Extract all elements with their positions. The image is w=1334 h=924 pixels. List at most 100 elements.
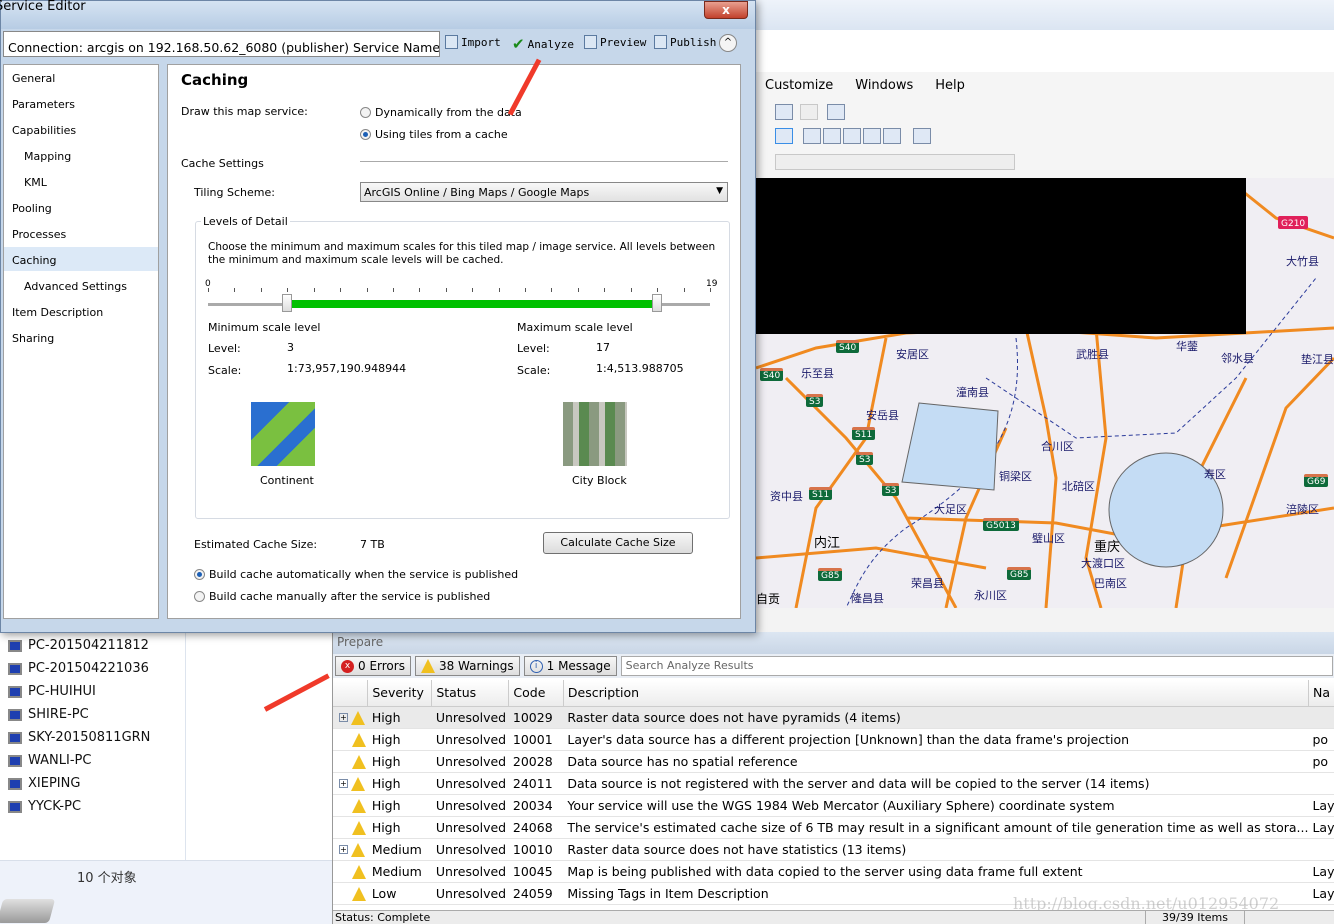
table-row[interactable]: + High Unresolved 10029 Raster data source d… <box>333 706 1334 729</box>
computer-item[interactable]: PC-HUIHUI <box>8 684 96 699</box>
messages-filter-button[interactable]: i1 Message <box>523 656 617 676</box>
nav-item-caching[interactable]: Caching <box>4 247 158 271</box>
computer-item[interactable]: XIEPING <box>8 776 80 791</box>
column-description[interactable]: Description <box>563 680 1309 707</box>
toolbox-icon[interactable] <box>863 128 881 144</box>
menu-help[interactable]: Help <box>935 78 965 93</box>
warnings-filter-button[interactable]: 38 Warnings <box>414 656 520 676</box>
warning-icon <box>352 732 366 747</box>
expand-icon[interactable]: + <box>339 779 348 789</box>
max-title: Maximum scale level <box>517 321 633 334</box>
computer-item[interactable]: PC-201504211812 <box>8 638 149 653</box>
title-bar[interactable]: Service Editor <box>0 0 755 29</box>
column-code[interactable]: Code <box>508 680 564 707</box>
map-label: 自贡 <box>756 592 781 606</box>
nav-item-sharing[interactable]: Sharing <box>4 325 158 349</box>
nav-item-pooling[interactable]: Pooling <box>4 195 158 219</box>
road-shield: S40 <box>760 368 784 381</box>
table-row[interactable]: Medium Unresolved 10045 Map is being publis… <box>333 860 1334 883</box>
max-slider-thumb[interactable] <box>652 294 663 312</box>
time-slider-icon[interactable] <box>800 104 818 120</box>
computer-item[interactable]: SKY-20150811GRN <box>8 730 150 745</box>
scale-level-slider[interactable] <box>208 288 711 314</box>
table-row[interactable]: + Medium Unresolved 10010 Raster data source… <box>333 838 1334 861</box>
cell-status: Unresolved <box>431 794 509 817</box>
calculate-cache-size-button[interactable]: Calculate Cache Size <box>543 532 693 554</box>
min-slider-thumb[interactable] <box>282 294 293 312</box>
cell-status: Unresolved <box>431 882 509 905</box>
nav-item-mapping[interactable]: Mapping <box>4 143 158 167</box>
row-icons <box>333 816 368 839</box>
tiling-scheme-value: ArcGIS Online / Bing Maps / Google Maps <box>364 186 590 199</box>
cell-name: po <box>1308 728 1334 751</box>
computer-icon <box>8 662 22 675</box>
cell-severity: Low <box>367 882 432 905</box>
build-auto-label: Build cache automatically when the servi… <box>209 568 519 581</box>
table-row[interactable]: + High Unresolved 24011 Data source is not r… <box>333 772 1334 795</box>
nav-item-advanced-settings[interactable]: Advanced Settings <box>4 273 158 297</box>
close-button[interactable]: x <box>704 1 748 19</box>
menu-windows[interactable]: Windows <box>855 78 913 93</box>
edit-tool-icon[interactable] <box>775 128 793 144</box>
column-severity[interactable]: Severity <box>367 680 433 707</box>
continent-thumbnail <box>251 402 315 466</box>
road-shield: G5013 <box>983 518 1019 531</box>
search-analyze-results-input[interactable]: Search Analyze Results <box>620 656 1333 676</box>
radio-dynamic[interactable] <box>360 107 371 118</box>
warning-icon <box>420 659 435 673</box>
menu-customize[interactable]: Customize <box>765 78 833 93</box>
analyze-button[interactable]: ✔ Analyze <box>512 35 574 53</box>
map-label: 大足区 <box>934 503 967 516</box>
computer-item[interactable]: PC-201504221036 <box>8 661 149 676</box>
python-icon[interactable] <box>883 128 901 144</box>
nav-item-capabilities[interactable]: Capabilities <box>4 117 158 141</box>
cell-status: Unresolved <box>431 816 509 839</box>
publish-button[interactable]: Publish <box>654 35 716 49</box>
nav-item-processes[interactable]: Processes <box>4 221 158 245</box>
slider-tick <box>525 288 527 292</box>
magnifier-icon[interactable] <box>827 104 845 120</box>
object-count: 10 个对象 <box>77 871 137 886</box>
table-row[interactable]: High Unresolved 20028 Data source has no sp… <box>333 750 1334 773</box>
analyze-label: Analyze <box>527 37 574 51</box>
radio-build-manual[interactable] <box>194 591 205 602</box>
lod-description: Choose the minimum and maximum scales fo… <box>208 241 716 266</box>
collapse-button[interactable]: ^ <box>719 34 737 52</box>
radio-tiles[interactable] <box>360 129 371 140</box>
model-builder-icon[interactable] <box>913 128 931 144</box>
table-icon[interactable] <box>803 128 821 144</box>
radio-build-auto[interactable] <box>194 569 205 580</box>
tiling-scheme-select[interactable]: ArcGIS Online / Bing Maps / Google Maps ▼ <box>360 182 728 202</box>
expand-icon[interactable]: + <box>339 845 348 855</box>
slider-tick <box>630 288 632 292</box>
preview-button[interactable]: Preview <box>584 35 646 49</box>
computer-item[interactable]: WANLI-PC <box>8 753 91 768</box>
slider-tick <box>234 288 236 292</box>
table-row[interactable]: High Unresolved 20034 Your service will use… <box>333 794 1334 817</box>
errors-filter-button[interactable]: x 0 Errors <box>335 656 411 676</box>
table-row[interactable]: High Unresolved 24068 The service's estimat… <box>333 816 1334 839</box>
expand-icon[interactable]: + <box>339 713 348 723</box>
catalog-icon[interactable] <box>823 128 841 144</box>
xy-icon[interactable] <box>775 104 793 120</box>
table-row[interactable]: High Unresolved 10001 Layer's data source h… <box>333 728 1334 751</box>
map-view[interactable]: 安居区 乐至县 武胜县 华蓥 邻水县 垫江县 潼南县 安岳县 合川区 铜梁区 北… <box>756 178 1334 608</box>
import-button[interactable]: Import <box>445 35 501 49</box>
cell-status: Unresolved <box>431 750 509 773</box>
search-window-icon[interactable] <box>843 128 861 144</box>
cell-name: Lay <box>1308 860 1334 883</box>
nav-item-parameters[interactable]: Parameters <box>4 91 158 115</box>
max-scale-value: 1:4,513.988705 <box>596 362 684 375</box>
column-name[interactable]: Na <box>1308 680 1334 707</box>
column-status[interactable]: Status <box>431 680 510 707</box>
nav-item-item-description[interactable]: Item Description <box>4 299 158 323</box>
slider-tick <box>472 288 474 292</box>
cell-status: Unresolved <box>431 838 509 861</box>
computer-item[interactable]: YYCK-PC <box>8 799 81 814</box>
computer-name: PC-201504221036 <box>28 661 149 676</box>
messages-label: 1 Message <box>546 659 611 673</box>
arcmap-menubar: Customize Windows Help <box>755 72 1334 98</box>
nav-item-general[interactable]: General <box>4 65 158 89</box>
computer-item[interactable]: SHIRE-PC <box>8 707 89 722</box>
nav-item-kml[interactable]: KML <box>4 169 158 193</box>
